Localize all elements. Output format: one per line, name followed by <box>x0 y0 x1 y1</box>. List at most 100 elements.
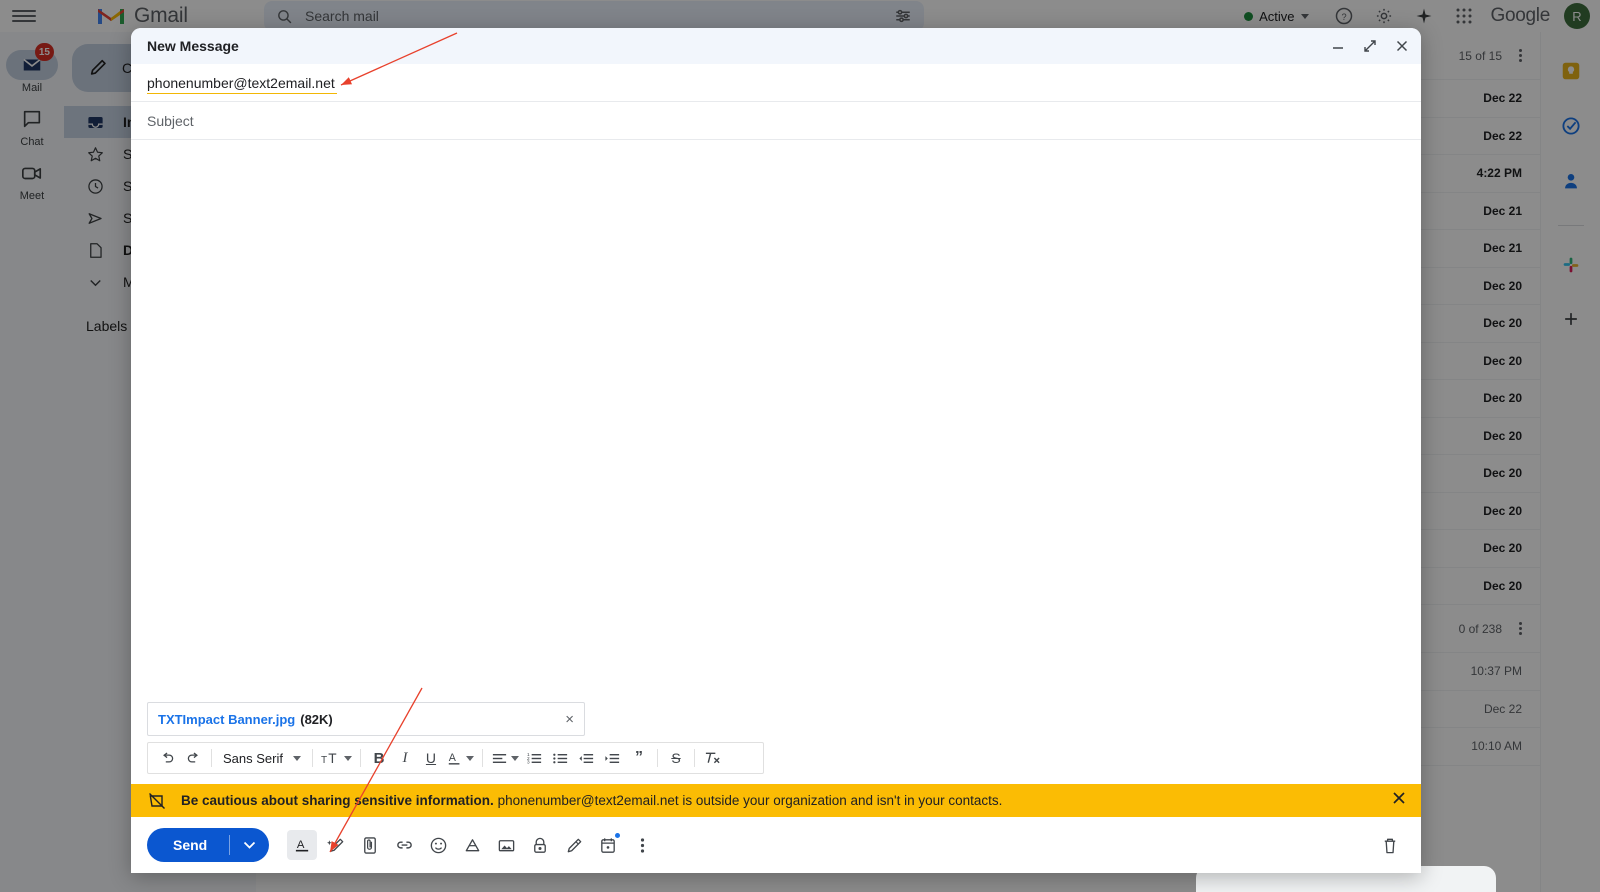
redo-icon[interactable] <box>180 744 206 772</box>
send-button[interactable]: Send <box>147 828 269 862</box>
font-size-icon[interactable]: TT <box>318 744 355 772</box>
draft-icon <box>86 241 105 260</box>
mail-date: Dec 22 <box>1483 129 1522 143</box>
send-icon <box>86 209 105 228</box>
top-bar-left: Gmail <box>0 4 256 28</box>
insert-link-icon[interactable] <box>389 830 419 860</box>
minimize-icon[interactable] <box>1329 37 1347 55</box>
tasks-icon[interactable] <box>1560 115 1582 142</box>
dismiss-warning-icon[interactable] <box>1391 790 1407 811</box>
search-icon <box>276 8 293 25</box>
mail-date: Dec 22 <box>1483 91 1522 105</box>
rail-divider <box>1558 225 1584 226</box>
compose-window-controls <box>1329 37 1411 55</box>
compose-window: New Message phonenumber@text2email.net S… <box>131 28 1421 873</box>
toolbar-divider <box>482 749 483 767</box>
mail-date: Dec 20 <box>1483 504 1522 518</box>
rail-item-mail[interactable]: 15 Mail <box>4 50 60 94</box>
indent-icon[interactable] <box>600 744 626 772</box>
schedule-send-icon[interactable] <box>593 830 623 860</box>
rail-item-chat[interactable]: Chat <box>4 104 60 148</box>
align-icon[interactable] <box>488 744 522 772</box>
main-menu-icon[interactable] <box>12 4 36 28</box>
help-icon[interactable]: ? <box>1331 3 1357 29</box>
app-rail: 15 Mail Chat Meet <box>0 32 64 892</box>
keep-icon[interactable] <box>1560 60 1582 87</box>
underline-icon[interactable]: U <box>418 744 444 772</box>
chevron-down-icon <box>86 273 105 292</box>
search-input[interactable] <box>305 8 882 24</box>
search-bar[interactable] <box>264 1 924 31</box>
avatar[interactable]: R <box>1564 3 1590 29</box>
inbox-icon <box>86 113 105 132</box>
compose-header: New Message <box>131 28 1421 64</box>
chevron-down-icon <box>466 756 474 761</box>
message-body-editor[interactable] <box>131 140 1421 702</box>
contacts-icon[interactable] <box>1560 170 1582 197</box>
google-apps-icon[interactable] <box>1451 3 1477 29</box>
toolbar-divider <box>360 749 361 767</box>
recipient-field[interactable]: phonenumber@text2email.net <box>131 64 1421 102</box>
svg-text:T: T <box>321 755 327 766</box>
undo-icon[interactable] <box>154 744 180 772</box>
gemini-sparkle-icon[interactable] <box>1411 3 1437 29</box>
toolbar-divider <box>657 749 658 767</box>
rail-item-meet[interactable]: Meet <box>4 158 60 202</box>
discard-draft-icon[interactable] <box>1375 830 1405 860</box>
list-more-icon[interactable] <box>1512 49 1528 62</box>
close-icon[interactable] <box>1393 37 1411 55</box>
bold-icon[interactable]: B <box>366 744 392 772</box>
rail-label-meet: Meet <box>20 190 44 202</box>
drive-icon[interactable] <box>457 830 487 860</box>
confidential-mode-icon[interactable] <box>525 830 555 860</box>
outdent-icon[interactable] <box>574 744 600 772</box>
send-button-label: Send <box>147 837 229 853</box>
mail-icon-wrap: 15 <box>6 50 58 80</box>
insert-photo-icon[interactable] <box>491 830 521 860</box>
slack-icon[interactable] <box>1560 254 1582 281</box>
gmail-wordmark: Gmail <box>134 4 188 28</box>
mail-date: Dec 21 <box>1483 241 1522 255</box>
expand-icon[interactable] <box>1361 37 1379 55</box>
toolbar-divider <box>694 749 695 767</box>
mail-date: Dec 20 <box>1483 466 1522 480</box>
side-panel-rail <box>1540 32 1600 892</box>
status-dot-icon <box>1244 12 1253 21</box>
send-options-icon[interactable] <box>230 841 269 849</box>
strikethrough-icon[interactable]: S <box>663 744 689 772</box>
emoji-icon[interactable] <box>423 830 453 860</box>
mail-date: 10:10 AM <box>1471 739 1522 753</box>
chat-icon <box>21 108 43 130</box>
attachment-chip[interactable]: TXTImpact Banner.jpg (82K) × <box>147 702 585 736</box>
italic-icon[interactable]: I <box>392 744 418 772</box>
gemini-write-icon[interactable] <box>321 830 351 860</box>
mail-date: Dec 21 <box>1483 204 1522 218</box>
text-color-icon[interactable]: A <box>444 744 477 772</box>
active-status-chip[interactable]: Active <box>1236 6 1316 27</box>
gear-icon[interactable] <box>1371 3 1397 29</box>
pencil-icon <box>88 57 110 79</box>
search-options-icon[interactable] <box>894 7 912 25</box>
list-more-icon-2[interactable] <box>1512 622 1528 635</box>
rail-label-chat: Chat <box>20 136 43 148</box>
remove-attachment-icon[interactable]: × <box>565 711 574 728</box>
attach-file-icon[interactable] <box>355 830 385 860</box>
more-options-icon[interactable] <box>627 830 657 860</box>
gmail-logo[interactable]: Gmail <box>96 4 188 28</box>
rail-label-mail: Mail <box>22 82 42 94</box>
bulleted-list-icon[interactable] <box>548 744 574 772</box>
subject-field[interactable]: Subject <box>131 102 1421 140</box>
attachment-area: TXTImpact Banner.jpg (82K) × <box>131 702 1421 736</box>
remove-formatting-icon[interactable] <box>700 744 726 772</box>
numbered-list-icon[interactable]: 123 <box>522 744 548 772</box>
meet-icon <box>20 162 44 184</box>
add-icon[interactable] <box>1561 309 1581 334</box>
quote-icon[interactable]: ” <box>626 744 652 772</box>
formatting-options-icon[interactable]: A <box>287 830 317 860</box>
font-family-selector[interactable]: Sans Serif <box>217 751 307 766</box>
warning-bold-text: Be cautious about sharing sensitive info… <box>181 793 494 808</box>
signature-icon[interactable] <box>559 830 589 860</box>
svg-text:A: A <box>449 752 457 764</box>
schedule-send-badge-dot <box>615 833 620 838</box>
mail-unread-badge: 15 <box>35 43 54 61</box>
